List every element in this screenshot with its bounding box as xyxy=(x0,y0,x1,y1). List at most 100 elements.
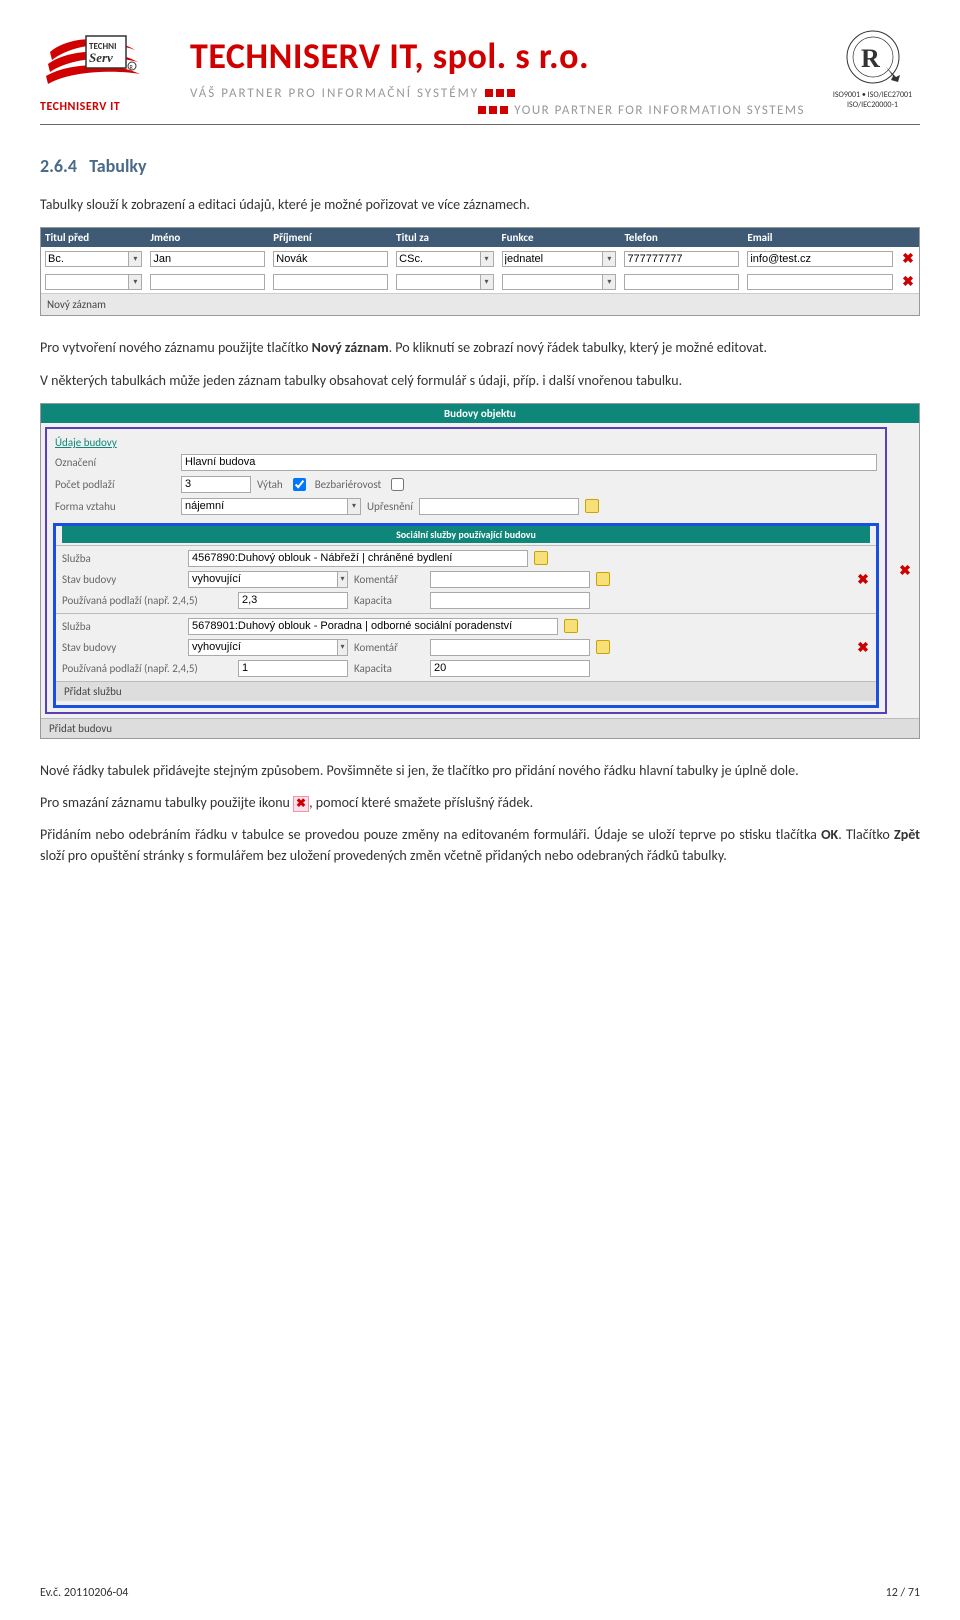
checkbox-bezbarierovost[interactable] xyxy=(391,478,404,491)
input-oznaceni[interactable] xyxy=(181,454,877,471)
lbl-komentar: Komentář xyxy=(354,573,424,586)
input-kapacita[interactable] xyxy=(430,592,590,609)
input-funkce[interactable] xyxy=(502,251,603,267)
input-funkce[interactable] xyxy=(502,274,603,290)
dropdown-arrow-icon[interactable]: ▾ xyxy=(602,251,616,267)
add-service-button[interactable]: Přidat službu xyxy=(56,681,876,701)
input-titul-pred[interactable] xyxy=(45,251,128,267)
input-jmeno[interactable] xyxy=(150,251,265,267)
input-email[interactable] xyxy=(747,251,893,267)
input-podlazi[interactable] xyxy=(238,660,348,677)
panel-title-main: Budovy objektu xyxy=(41,404,919,423)
page-header: TECHNI Serv R TECHNISERV IT TECHNISERV I… xyxy=(40,30,920,118)
note-icon[interactable] xyxy=(596,640,610,654)
input-sluzba[interactable] xyxy=(188,550,528,567)
services-subtable-box: Sociální služby používající budovu Služb… xyxy=(53,523,879,708)
input-podlazi[interactable] xyxy=(238,592,348,609)
input-pocet-podlazi[interactable] xyxy=(181,476,251,493)
note-icon[interactable] xyxy=(585,499,599,513)
input-komentar[interactable] xyxy=(430,571,590,588)
delete-icon-inline: ✖ xyxy=(293,796,309,812)
company-name-light: spol. s r.o. xyxy=(424,34,589,78)
table-row: ▾ ▾ ▾ ✖ xyxy=(41,247,919,270)
table-header-row: Titul před Jméno Příjmení Titul za Funkc… xyxy=(41,228,919,247)
footer-page-num: 12 / 71 xyxy=(886,1586,920,1600)
footer-doc-id: Ev.č. 20110206-04 xyxy=(40,1586,128,1600)
col-jmeno: Jméno xyxy=(146,228,269,247)
select-forma-vztahu[interactable] xyxy=(181,498,347,515)
header-divider xyxy=(40,124,920,125)
input-upresneni[interactable] xyxy=(419,498,579,515)
note-icon[interactable] xyxy=(596,572,610,586)
dropdown-arrow-icon[interactable]: ▾ xyxy=(128,274,142,290)
lbl-kapacita: Kapacita xyxy=(354,594,424,607)
building-record-box: Údaje budovy Označení Počet podlaží Výta… xyxy=(45,427,887,714)
input-telefon[interactable] xyxy=(624,274,739,290)
input-email[interactable] xyxy=(747,274,893,290)
dropdown-arrow-icon[interactable]: ▾ xyxy=(337,639,348,656)
lbl-sluzba: Služba xyxy=(62,552,182,565)
input-titul-za[interactable] xyxy=(396,251,479,267)
cert-line-2: ISO/IEC20000-1 xyxy=(825,100,920,110)
lbl-upresneni: Upřesnění xyxy=(367,500,413,513)
paragraph-nested: V některých tabulkách může jeden záznam … xyxy=(40,371,920,391)
col-telefon: Telefon xyxy=(620,228,743,247)
lbl-sluzba: Služba xyxy=(62,620,182,633)
lbl-komentar: Komentář xyxy=(354,641,424,654)
delete-service-icon[interactable]: ✖ xyxy=(857,571,869,588)
checkbox-vytah[interactable] xyxy=(293,478,306,491)
select-stav-budovy[interactable] xyxy=(188,571,337,588)
lbl-kapacita: Kapacita xyxy=(354,662,424,675)
paragraph-delete-icon: Pro smazání záznamu tabulky použijte iko… xyxy=(40,793,920,813)
lbl-pouzivana-podlazi: Používaná podlaží (např. 2,4,5) xyxy=(62,594,232,607)
tagline-cz: VÁŠ PARTNER PRO INFORMAČNÍ SYSTÉMY xyxy=(190,86,479,101)
col-titul-pred: Titul před xyxy=(41,228,146,247)
input-sluzba[interactable] xyxy=(188,618,558,635)
lbl-stav-budovy: Stav budovy xyxy=(62,573,182,586)
panel-title-sub: Sociální služby používající budovu xyxy=(62,526,870,543)
add-building-button[interactable]: Přidat budovu xyxy=(41,718,919,738)
input-titul-za[interactable] xyxy=(396,274,479,290)
select-stav-budovy[interactable] xyxy=(188,639,337,656)
dropdown-arrow-icon[interactable]: ▾ xyxy=(480,274,494,290)
delete-building-icon[interactable]: ✖ xyxy=(899,562,911,579)
dropdown-arrow-icon[interactable]: ▾ xyxy=(128,251,142,267)
dropdown-arrow-icon[interactable]: ▾ xyxy=(602,274,616,290)
col-email: Email xyxy=(743,228,897,247)
lbl-forma-vztahu: Forma vztahu xyxy=(55,500,175,513)
table-row: ▾ ▾ ▾ ✖ xyxy=(41,270,919,293)
new-record-button[interactable]: Nový záznam xyxy=(41,293,919,315)
paragraph-save-note: Přidáním nebo odebráním řádku v tabulce … xyxy=(40,825,920,866)
col-prijmeni: Příjmení xyxy=(269,228,392,247)
dropdown-arrow-icon[interactable]: ▾ xyxy=(337,571,348,588)
delete-row-icon[interactable]: ✖ xyxy=(902,250,914,267)
svg-text:R: R xyxy=(861,44,880,73)
input-kapacita[interactable] xyxy=(430,660,590,677)
company-logo: TECHNI Serv R TECHNISERV IT xyxy=(40,30,170,114)
input-titul-pred[interactable] xyxy=(45,274,128,290)
note-icon[interactable] xyxy=(564,619,578,633)
lbl-oznaceni: Označení xyxy=(55,456,175,469)
input-prijmeni[interactable] xyxy=(273,274,388,290)
input-telefon[interactable] xyxy=(624,251,739,267)
page-footer: Ev.č. 20110206-04 12 / 71 xyxy=(40,1586,920,1600)
tagline-en: YOUR PARTNER FOR INFORMATION SYSTEMS xyxy=(514,103,805,118)
link-building-data[interactable]: Údaje budovy xyxy=(49,433,123,452)
lbl-bezbarierovost: Bezbariérovost xyxy=(315,478,382,491)
service-row: Služba Stav budovy ▾ Komentář xyxy=(56,545,876,611)
delete-row-icon[interactable]: ✖ xyxy=(902,273,914,290)
dropdown-arrow-icon[interactable]: ▾ xyxy=(347,498,361,515)
paragraph-add-rows: Nové řádky tabulek přidávejte stejným zp… xyxy=(40,761,920,781)
certification-badge: R ISO9001 • ISO/IEC27001 ISO/IEC20000-1 xyxy=(825,30,920,110)
note-icon[interactable] xyxy=(534,551,548,565)
service-row: Služba Stav budovy ▾ Komentář xyxy=(56,613,876,679)
lbl-pouzivana-podlazi: Používaná podlaží (např. 2,4,5) xyxy=(62,662,232,675)
input-jmeno[interactable] xyxy=(150,274,265,290)
input-prijmeni[interactable] xyxy=(273,251,388,267)
input-komentar[interactable] xyxy=(430,639,590,656)
square-dots-icon xyxy=(485,89,515,97)
delete-service-icon[interactable]: ✖ xyxy=(857,639,869,656)
paragraph-intro: Tabulky slouží k zobrazení a editaci úda… xyxy=(40,195,920,215)
dropdown-arrow-icon[interactable]: ▾ xyxy=(480,251,494,267)
col-titul-za: Titul za xyxy=(392,228,497,247)
